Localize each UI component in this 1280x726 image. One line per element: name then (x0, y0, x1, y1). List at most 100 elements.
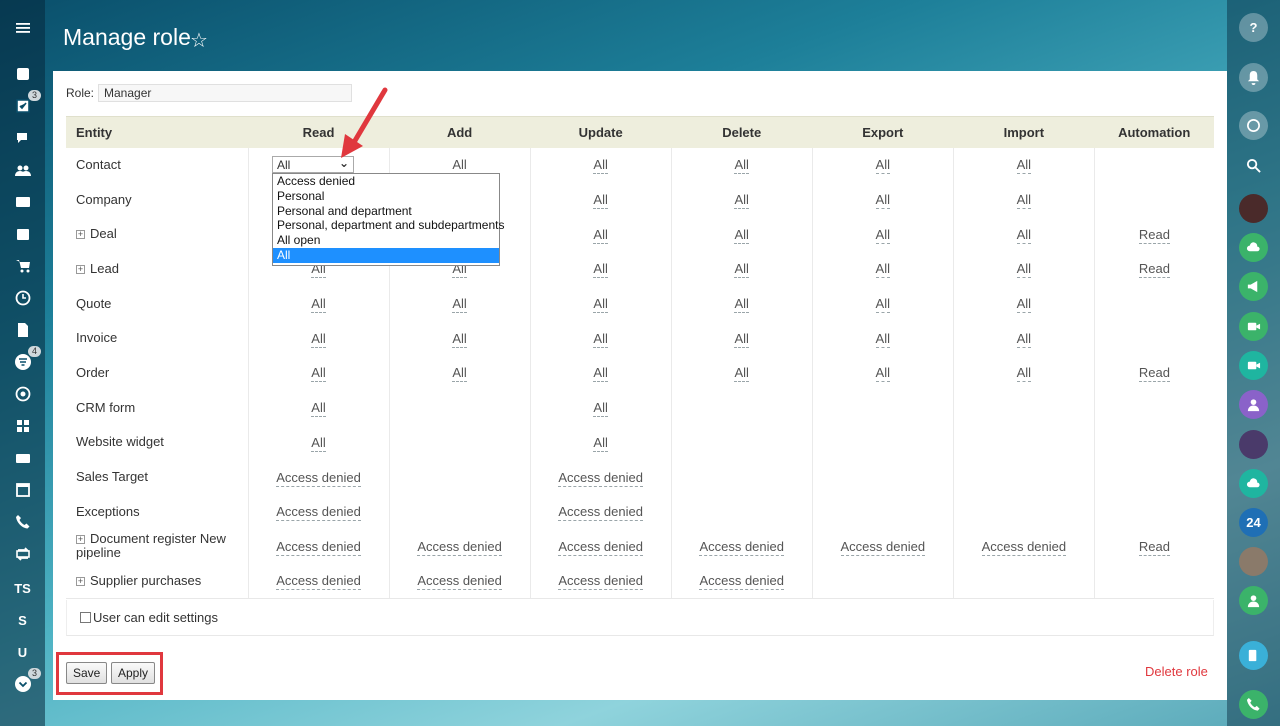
phone-icon[interactable] (0, 506, 45, 538)
dropdown-option-selected[interactable]: All (273, 247, 499, 263)
permission-value[interactable]: All (593, 365, 608, 383)
permission-value[interactable]: All (734, 261, 749, 279)
permission-value[interactable]: All (593, 434, 608, 452)
permission-value[interactable]: Read (1138, 538, 1170, 556)
dropdown-option[interactable]: All open (273, 233, 499, 248)
permission-value[interactable]: Access denied (558, 504, 643, 522)
permission-value[interactable]: All (734, 330, 749, 348)
dropdown-option[interactable]: Personal, department and subdepartments (273, 218, 504, 233)
filter-icon[interactable]: 4 (0, 346, 45, 378)
user-avatar-2[interactable] (1239, 390, 1268, 419)
permission-value[interactable]: Access denied (558, 573, 643, 591)
bell-icon[interactable] (1239, 63, 1268, 92)
permission-value[interactable]: Access denied (276, 469, 361, 487)
permission-value[interactable]: All (311, 400, 326, 418)
permission-value[interactable]: All (734, 157, 749, 175)
user-avatar-3[interactable] (1239, 430, 1268, 459)
permission-value[interactable]: Access denied (417, 538, 502, 556)
permission-value[interactable]: All (734, 226, 749, 244)
contact-card-icon[interactable] (0, 186, 45, 218)
feed-icon[interactable] (0, 58, 45, 90)
permission-value[interactable]: All (593, 192, 608, 210)
permission-value[interactable]: All (593, 157, 608, 175)
permission-value[interactable]: Access denied (276, 538, 361, 556)
permission-value[interactable]: Access denied (417, 573, 502, 591)
nav-item-s[interactable]: S (0, 604, 45, 636)
permission-value[interactable]: Access denied (558, 538, 643, 556)
permission-value[interactable]: All (734, 365, 749, 383)
permission-value[interactable]: All (1016, 365, 1032, 383)
help-icon[interactable]: ? (1239, 13, 1268, 42)
permission-value[interactable]: All (875, 157, 890, 175)
nav-item-u[interactable]: U (0, 636, 45, 668)
permission-value[interactable]: All (311, 296, 326, 314)
delete-role-link[interactable]: Delete role (1145, 664, 1208, 679)
apply-button[interactable]: Apply (111, 662, 156, 684)
cart-icon[interactable] (0, 250, 45, 282)
clock-icon[interactable] (0, 282, 45, 314)
edit-settings-label[interactable]: User can edit settings (93, 610, 218, 625)
permission-value[interactable]: All (734, 192, 749, 210)
target-icon[interactable] (0, 378, 45, 410)
permission-value[interactable]: All (311, 434, 326, 452)
permission-value[interactable]: All (452, 296, 467, 314)
permission-value[interactable]: All (593, 226, 608, 244)
favorite-star-icon[interactable]: ☆ (190, 28, 208, 53)
permission-value[interactable]: Access denied (276, 504, 361, 522)
permission-value[interactable]: All (311, 365, 326, 383)
call-icon[interactable] (1239, 690, 1268, 719)
permission-value[interactable]: All (452, 330, 467, 348)
megaphone-icon[interactable] (1239, 272, 1268, 301)
permission-value[interactable]: Read (1138, 261, 1170, 279)
permission-value[interactable]: Access denied (558, 469, 643, 487)
permission-value[interactable]: Access denied (276, 573, 361, 591)
permission-value[interactable]: All (311, 330, 326, 348)
role-name-input[interactable] (98, 84, 352, 102)
permission-value[interactable]: All (875, 261, 890, 279)
tasks-icon[interactable]: 3 (0, 90, 45, 122)
permission-value[interactable]: Access denied (840, 538, 926, 556)
permission-value[interactable]: All (875, 365, 890, 383)
permission-value[interactable]: All (1016, 226, 1032, 244)
more-chevron-icon[interactable]: 3 (0, 668, 45, 700)
permission-value[interactable]: All (452, 157, 467, 175)
cloud-sync-icon[interactable] (1239, 469, 1268, 498)
bitrix24-icon[interactable]: 24 (1239, 508, 1268, 537)
edit-settings-checkbox[interactable] (80, 612, 91, 623)
document-icon[interactable] (0, 314, 45, 346)
permission-value[interactable]: All (1016, 296, 1032, 314)
permission-value[interactable]: All (1016, 192, 1032, 210)
open-channel-icon[interactable] (1239, 641, 1268, 670)
permission-value[interactable]: All (875, 226, 890, 244)
permission-value[interactable]: Access denied (699, 573, 784, 591)
permission-value[interactable]: All (875, 330, 890, 348)
nav-item-ts[interactable]: TS (0, 572, 45, 604)
permission-value[interactable]: All (734, 296, 749, 314)
permission-value[interactable]: All (1016, 330, 1032, 348)
video-call-icon[interactable] (1239, 351, 1268, 380)
dropdown-option[interactable]: Access denied (273, 174, 499, 189)
search-icon[interactable] (1239, 151, 1268, 180)
expand-plus-icon[interactable]: + (76, 264, 85, 274)
user-avatar-4[interactable] (1239, 547, 1268, 576)
save-button[interactable]: Save (66, 662, 108, 684)
video-icon[interactable] (1239, 312, 1268, 341)
permission-value[interactable]: All (875, 192, 890, 210)
permission-value[interactable]: Read (1138, 226, 1170, 244)
crm-user-icon[interactable] (1239, 586, 1268, 615)
permission-value[interactable]: Access denied (981, 538, 1067, 556)
permission-value[interactable]: Access denied (699, 538, 784, 556)
sync-icon[interactable] (0, 538, 45, 570)
apps-grid-icon[interactable] (0, 410, 45, 442)
permission-value[interactable]: All (452, 365, 467, 383)
cloud-icon[interactable] (1239, 233, 1268, 262)
permission-value[interactable]: All (593, 296, 608, 314)
permission-value[interactable]: All (1016, 261, 1032, 279)
permission-value[interactable]: All (593, 261, 608, 279)
permission-value[interactable]: All (593, 400, 608, 418)
permission-value[interactable]: All (875, 296, 890, 314)
permission-value[interactable]: All (593, 330, 608, 348)
permission-value[interactable]: All (1016, 157, 1032, 175)
expand-plus-icon[interactable]: + (76, 576, 85, 586)
messages-icon[interactable] (1239, 111, 1268, 140)
